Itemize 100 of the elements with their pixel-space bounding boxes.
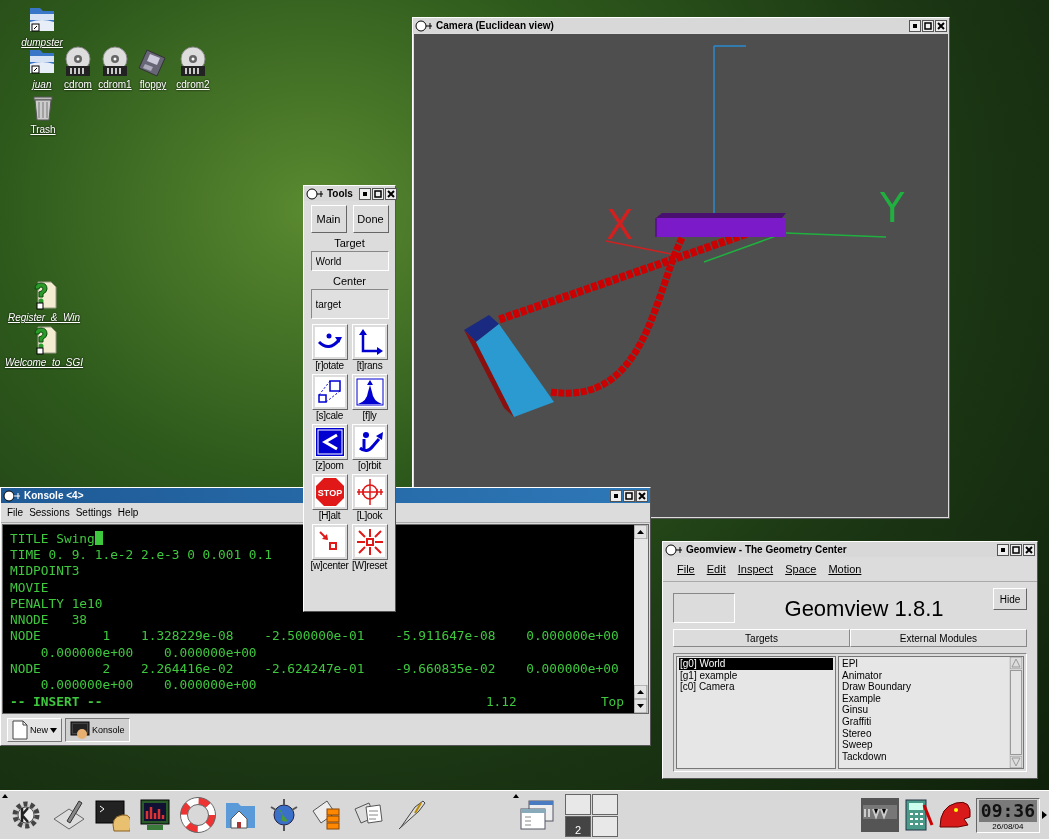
- list-item[interactable]: Draw Boundary: [841, 681, 1007, 693]
- scroll-up-button[interactable]: [634, 525, 647, 539]
- minimize-button[interactable]: [610, 489, 622, 502]
- right-arrow-icon[interactable]: [1042, 811, 1047, 819]
- list-item[interactable]: [g0] World: [679, 658, 833, 670]
- list-item[interactable]: Stereo: [841, 727, 1007, 740]
- app-heading: Geomview 1.8.1: [783, 596, 945, 622]
- window-menu-icon[interactable]: [3, 489, 21, 502]
- list-item[interactable]: Sweep: [841, 739, 1007, 751]
- icon-label[interactable]: floppy: [139, 79, 167, 90]
- field-label: Center: [333, 275, 366, 287]
- up-arrow-icon[interactable]: [513, 794, 519, 798]
- logo-tile-icon[interactable]: [859, 797, 900, 833]
- terminal-line: MOVIE: [10, 579, 49, 595]
- icon-label[interactable]: cdrom: [64, 79, 92, 90]
- menu-item[interactable]: Settings: [75, 507, 112, 518]
- icon-label[interactable]: Trash: [30, 124, 56, 135]
- desktop-pager-cell[interactable]: [592, 815, 618, 837]
- list-item[interactable]: EPI: [841, 658, 1007, 670]
- disc-icon[interactable]: [99, 46, 131, 78]
- terminal-shell-icon[interactable]: [94, 797, 130, 833]
- list-item[interactable]: [g1] example: [679, 669, 833, 682]
- tool-button[interactable]: Main: [310, 205, 347, 233]
- icon-label[interactable]: Welcome_to_SGI: [4, 357, 84, 368]
- scroll-up-button[interactable]: [634, 685, 647, 699]
- monitor-chart-icon[interactable]: [137, 797, 173, 833]
- icon-label[interactable]: Register_&_Win: [7, 312, 81, 323]
- list-item[interactable]: Graffiti: [841, 715, 1007, 728]
- menu-item[interactable]: Help: [117, 507, 139, 518]
- crosshair-icon: [354, 477, 385, 507]
- clock[interactable]: 09:36 26/08/04: [975, 797, 1040, 833]
- list-item[interactable]: Animator: [841, 669, 1007, 682]
- axis-label: Y: [880, 185, 905, 231]
- disc-icon[interactable]: [177, 46, 209, 78]
- tool-button[interactable]: [351, 474, 388, 510]
- terminal-line: NODE 1 1.328229e-08 -2.500000e-01 -5.911647e-08 0.000000e+00: [10, 628, 619, 644]
- center-point-field[interactable]: target: [310, 289, 389, 319]
- tool-button[interactable]: [311, 324, 348, 360]
- desktop-pager-cell[interactable]: [592, 793, 618, 815]
- desktop-pager-cell[interactable]: [565, 793, 591, 815]
- disc-icon[interactable]: [62, 46, 94, 78]
- tool-button[interactable]: [311, 524, 348, 560]
- session-tab[interactable]: Konsole: [65, 718, 130, 742]
- orbit-figure-icon: [354, 427, 385, 457]
- scroll-down-button[interactable]: [634, 699, 647, 713]
- lifebuoy-icon[interactable]: [180, 797, 216, 833]
- list-item[interactable]: Tackdown: [841, 750, 1007, 763]
- external-modules-button[interactable]: External Modules: [850, 629, 1027, 647]
- tool-label: [z]oom: [315, 460, 344, 471]
- close-icon: [936, 20, 946, 31]
- tool-button[interactable]: [351, 374, 388, 410]
- menu-item[interactable]: Motion: [828, 563, 862, 575]
- tool-label: [w]center: [310, 560, 349, 571]
- menu-item[interactable]: Edit: [706, 563, 726, 575]
- menu-item[interactable]: Inspect: [737, 563, 774, 575]
- arrows-to-center-icon: [354, 527, 385, 557]
- clock-date: 26/08/04: [992, 821, 1024, 831]
- image-well: [673, 593, 735, 623]
- window-title: Tools: [327, 188, 353, 199]
- tool-button[interactable]: [311, 374, 348, 410]
- terminal-line: MIDPOINT3: [10, 563, 80, 579]
- tool-label: [f]ly: [362, 410, 377, 421]
- icon-label[interactable]: cdrom1: [98, 79, 132, 90]
- menu-item[interactable]: Space: [785, 563, 817, 575]
- terminal-icon: [70, 721, 90, 739]
- close-button[interactable]: [636, 489, 648, 502]
- window-title: Konsole <4>: [24, 490, 84, 501]
- zoom-chevron-icon: [314, 427, 345, 457]
- target-object-field[interactable]: World: [310, 251, 389, 271]
- tool-button[interactable]: Done: [352, 205, 389, 233]
- tool-button[interactable]: [351, 524, 388, 560]
- tool-label: [H]alt: [318, 510, 341, 521]
- page-icon: [12, 720, 28, 740]
- hide-button[interactable]: Hide: [993, 588, 1027, 610]
- tool-button[interactable]: [351, 324, 388, 360]
- icon-label[interactable]: juan: [32, 79, 52, 90]
- terminal-line: PENALTY 1e10: [10, 595, 103, 611]
- desktop-pager-cell[interactable]: 2: [565, 815, 591, 837]
- maximize-icon: [624, 490, 634, 501]
- terminal-line: TITLE Swing: [10, 530, 95, 546]
- tool-label: [L]ook: [356, 510, 383, 521]
- up-arrow-icon[interactable]: [2, 794, 8, 798]
- close-icon: [1024, 544, 1034, 555]
- menu-item[interactable]: Sessions: [29, 507, 70, 518]
- icon-label[interactable]: cdrom2: [176, 79, 210, 90]
- list-item[interactable]: Ginsu: [841, 704, 1007, 716]
- icon-label[interactable]: dumpster: [21, 37, 63, 48]
- maximize-button[interactable]: [623, 489, 635, 502]
- tool-button[interactable]: [351, 424, 388, 460]
- tool-label: [o]rbit: [358, 460, 381, 471]
- list-item[interactable]: Example: [841, 692, 1007, 705]
- targets-button[interactable]: Targets: [673, 629, 850, 647]
- terminal-line: 0.000000e+00 0.000000e+00: [39, 644, 257, 660]
- menu-item[interactable]: File: [7, 507, 24, 518]
- close-icon: [385, 188, 396, 199]
- tool-button[interactable]: [311, 424, 348, 460]
- menu-item[interactable]: File: [677, 563, 695, 575]
- windows-list-icon[interactable]: [519, 797, 555, 833]
- new-session-button[interactable]: New: [7, 718, 62, 742]
- list-item[interactable]: [c0] Camera: [679, 681, 833, 693]
